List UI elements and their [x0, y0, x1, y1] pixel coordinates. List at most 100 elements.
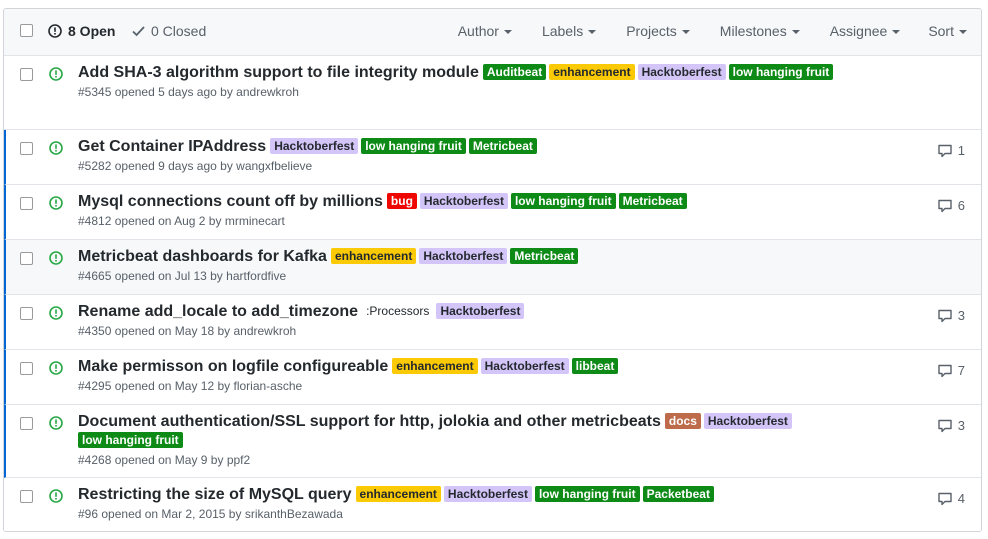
- issues-list: 8 Open 0 Closed Author Labels Projects Mile…: [3, 8, 982, 532]
- caret-down-icon: [588, 30, 597, 34]
- issue-label[interactable]: Hacktoberfest: [480, 358, 569, 374]
- closed-issues-tab[interactable]: 0 Closed: [132, 23, 206, 39]
- comments-link[interactable]: 1: [937, 143, 965, 158]
- issue-opened-text: opened 5 days ago by: [114, 85, 233, 99]
- issue-label[interactable]: Hacktoberfest: [443, 486, 532, 502]
- issue-label[interactable]: Hacktoberfest: [270, 138, 359, 154]
- issue-title-link[interactable]: Make permisson on logfile configureable: [78, 358, 388, 375]
- issue-title-line: Mysql connections count off by millions b…: [78, 192, 901, 211]
- filter-label: Author: [457, 23, 499, 39]
- filter-assignee[interactable]: Assignee: [830, 23, 901, 39]
- issue-opened-text: opened on Aug 2 by: [114, 214, 222, 228]
- issue-row[interactable]: Rename add_locale to add_timezone:Proces…: [4, 295, 981, 350]
- issue-label[interactable]: low hanging fruit: [361, 138, 466, 154]
- issue-label[interactable]: :Processors: [362, 303, 434, 319]
- comments-link[interactable]: 3: [937, 308, 965, 323]
- issue-title-link[interactable]: Restricting the size of MySQL query: [78, 486, 352, 503]
- issue-checkbox[interactable]: [20, 142, 33, 155]
- issue-label[interactable]: Hacktoberfest: [419, 248, 508, 264]
- issue-label[interactable]: low hanging fruit: [510, 193, 616, 209]
- issue-label[interactable]: Metricbeat: [468, 138, 537, 154]
- issue-label[interactable]: Packetbeat: [642, 486, 714, 502]
- issue-author-link[interactable]: andrewkroh: [233, 324, 296, 338]
- comment-count: 7: [957, 363, 965, 378]
- issue-author-link[interactable]: wangxfbelieve: [236, 159, 312, 173]
- issue-title-link[interactable]: Metricbeat dashboards for Kafka: [78, 248, 327, 265]
- issue-label[interactable]: Auditbeat: [482, 64, 547, 80]
- issue-title-line: Make permisson on logfile configureable e…: [78, 357, 901, 376]
- issue-label[interactable]: docs: [664, 413, 701, 429]
- issue-label[interactable]: Hacktoberfest: [637, 64, 726, 80]
- filter-projects[interactable]: Projects: [626, 23, 690, 39]
- issue-row[interactable]: Document authentication/SSL support for …: [4, 405, 981, 478]
- issue-checkbox[interactable]: [20, 252, 33, 265]
- issue-meta: #5282 opened 9 days ago by wangxfbelieve: [78, 158, 901, 174]
- issue-label[interactable]: libbeat: [571, 358, 619, 374]
- issue-row[interactable]: Mysql connections count off by millions b…: [4, 185, 981, 240]
- issue-label[interactable]: enhancement: [330, 248, 417, 264]
- comment-icon: [938, 419, 952, 432]
- issue-label[interactable]: enhancement: [355, 486, 441, 502]
- issue-author-link[interactable]: hartfordfive: [226, 269, 286, 283]
- filter-label: Projects: [626, 23, 677, 39]
- issue-number: #5282: [78, 159, 112, 173]
- filter-sort[interactable]: Sort: [928, 23, 967, 39]
- issue-label[interactable]: Hacktoberfest: [419, 193, 508, 209]
- comment-count: 6: [957, 198, 965, 213]
- issue-checkbox[interactable]: [20, 197, 33, 210]
- issue-author-link[interactable]: andrewkroh: [236, 85, 299, 99]
- issue-row[interactable]: Get Container IPAddress Hacktoberfest low …: [4, 130, 981, 185]
- issue-label[interactable]: enhancement: [392, 358, 478, 374]
- issue-content: Make permisson on logfile configureable e…: [78, 357, 901, 394]
- issue-row[interactable]: Metricbeat dashboards for Kafka enhanceme…: [4, 240, 981, 295]
- issue-row[interactable]: Make permisson on logfile configureable e…: [4, 350, 981, 405]
- issue-author-link[interactable]: ppf2: [227, 453, 250, 467]
- comment-icon: [938, 364, 952, 377]
- issue-content: Rename add_locale to add_timezone:Proces…: [78, 302, 901, 339]
- issue-checkbox[interactable]: [20, 68, 33, 81]
- comments-link[interactable]: 7: [937, 363, 965, 378]
- issue-title-link[interactable]: Rename add_locale to add_timezone: [78, 303, 358, 320]
- issue-number: #4268: [78, 453, 112, 467]
- filter-bar: Author Labels Projects Milestones Assignee So…: [458, 23, 967, 39]
- comments-link[interactable]: 3: [937, 418, 965, 433]
- issue-checkbox[interactable]: [20, 307, 33, 320]
- issue-author-link[interactable]: srikanthBezawada: [245, 507, 343, 521]
- filter-label: Sort: [928, 23, 954, 39]
- issue-label[interactable]: Hacktoberfest: [436, 303, 525, 319]
- issue-label[interactable]: enhancement: [549, 64, 635, 80]
- comment-count: 1: [957, 143, 965, 158]
- issue-label[interactable]: Hacktoberfest: [703, 413, 792, 429]
- issue-checkbox[interactable]: [20, 490, 33, 503]
- issue-author-link[interactable]: florian-asche: [233, 379, 302, 393]
- comments-link[interactable]: 6: [937, 198, 965, 213]
- issue-opened-icon: [49, 251, 63, 268]
- issue-author-link[interactable]: mrminecart: [225, 214, 285, 228]
- issue-row[interactable]: Restricting the size of MySQL query enhan…: [4, 478, 981, 531]
- filter-milestones[interactable]: Milestones: [720, 23, 800, 39]
- caret-down-icon: [503, 30, 512, 34]
- issue-content: Mysql connections count off by millions b…: [78, 192, 901, 229]
- issue-label[interactable]: bug: [386, 193, 417, 209]
- filter-label: Milestones: [719, 23, 787, 39]
- issue-title-link[interactable]: Mysql connections count off by millions: [78, 193, 383, 210]
- issue-label[interactable]: low hanging fruit: [78, 432, 183, 448]
- issue-opened-icon: [48, 24, 62, 38]
- check-icon: [132, 26, 145, 37]
- issue-checkbox[interactable]: [20, 362, 33, 375]
- select-all-checkbox[interactable]: [20, 24, 33, 37]
- filter-author[interactable]: Author: [458, 23, 512, 39]
- filter-labels[interactable]: Labels: [542, 23, 597, 39]
- issue-label[interactable]: low hanging fruit: [534, 486, 640, 502]
- issue-title-link[interactable]: Add SHA-3 algorithm support to file inte…: [78, 64, 479, 81]
- issue-title-link[interactable]: Get Container IPAddress: [78, 138, 266, 155]
- comments-link[interactable]: 4: [937, 491, 965, 506]
- open-issues-tab[interactable]: 8 Open: [48, 23, 115, 39]
- issue-label[interactable]: Metricbeat: [618, 193, 687, 209]
- issue-checkbox[interactable]: [20, 417, 33, 430]
- issue-label[interactable]: low hanging fruit: [728, 64, 834, 80]
- issue-title-link[interactable]: Document authentication/SSL support for …: [78, 413, 661, 430]
- issue-label[interactable]: Metricbeat: [510, 248, 579, 264]
- issue-meta: #4665 opened on Jul 13 by hartfordfive: [78, 268, 901, 284]
- issue-row[interactable]: Add SHA-3 algorithm support to file inte…: [4, 56, 981, 130]
